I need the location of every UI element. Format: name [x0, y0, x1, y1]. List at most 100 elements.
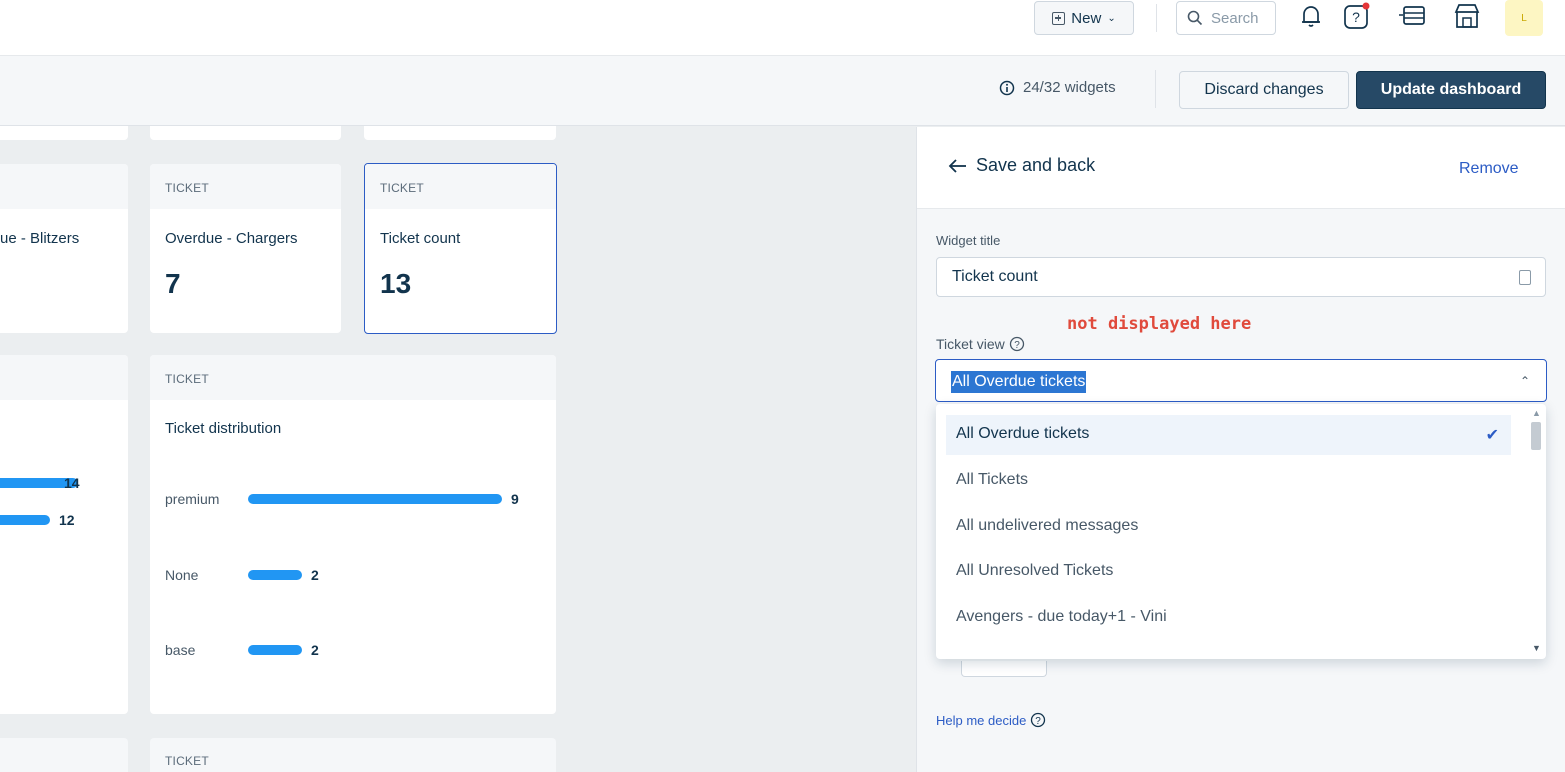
- apps-icon[interactable]: [1398, 0, 1428, 32]
- widget-count: 24/32 widgets: [999, 79, 1116, 96]
- distribution-value: 2: [311, 642, 319, 658]
- widget-card-blitzers[interactable]: ue - Blitzers: [0, 164, 128, 333]
- dropdown-option[interactable]: All Tickets: [946, 461, 1511, 501]
- widget-title-label: Widget title: [936, 233, 1001, 248]
- svg-text:?: ?: [1352, 9, 1360, 25]
- header-divider: [1156, 4, 1157, 32]
- distribution-row: 14: [0, 475, 80, 491]
- distribution-bar: [248, 494, 502, 504]
- widget-card-chargers[interactable]: TICKET Overdue - Chargers 7: [150, 164, 341, 333]
- distribution-value: 12: [59, 512, 75, 528]
- check-icon: ✔: [1485, 427, 1499, 444]
- arrow-left-icon: [948, 158, 966, 173]
- distribution-row: 12: [0, 512, 75, 528]
- dropdown-option[interactable]: All Overdue tickets ✔: [946, 415, 1511, 455]
- help-me-decide-label: Help me decide: [936, 712, 1027, 728]
- dropdown-option[interactable]: All undelivered messages: [946, 507, 1511, 547]
- distribution-bar: [248, 645, 302, 655]
- dashboard-edit-bar: 24/32 widgets Discard changes Update das…: [0, 56, 1565, 126]
- search-placeholder: Search: [1211, 9, 1259, 27]
- top-header: New ⌄ Search ? L: [0, 0, 1565, 56]
- card-value: 13: [380, 268, 412, 299]
- distribution-label: premium: [165, 491, 220, 507]
- help-circle-icon[interactable]: ?: [1009, 336, 1025, 352]
- svg-text:?: ?: [1014, 340, 1020, 351]
- dropdown-option[interactable]: Avengers - due today+1 - Vini: [946, 598, 1511, 638]
- card-header: [0, 738, 128, 772]
- card-title: Ticket count: [380, 230, 461, 247]
- scroll-thumb[interactable]: [1531, 422, 1541, 450]
- search-input[interactable]: Search: [1176, 1, 1276, 35]
- avatar-initial: L: [1521, 12, 1527, 24]
- search-icon: [1187, 10, 1203, 26]
- discard-changes-button[interactable]: Discard changes: [1179, 71, 1349, 109]
- ticket-view-label: Ticket view ?: [936, 336, 1025, 352]
- widget-title-value: Ticket count: [952, 268, 1038, 285]
- info-icon: [999, 80, 1015, 95]
- distribution-row: premium 9: [165, 491, 519, 507]
- dropdown-option[interactable]: All Unresolved Tickets: [946, 552, 1511, 592]
- widget-card-ticket-count[interactable]: TICKET Ticket count 13: [364, 163, 557, 334]
- distribution-value: 2: [311, 567, 319, 583]
- bell-icon[interactable]: [1296, 0, 1326, 32]
- widget-card[interactable]: TICKET: [150, 738, 556, 772]
- option-label: All undelivered messages: [956, 517, 1139, 534]
- widget-card[interactable]: [0, 738, 128, 772]
- widget-card[interactable]: [364, 126, 556, 140]
- help-circle-icon: ?: [1031, 712, 1046, 728]
- card-header: [0, 355, 128, 400]
- option-label: All Tickets: [956, 471, 1029, 488]
- ticket-view-dropdown: All Overdue tickets ✔ All Tickets All un…: [936, 404, 1546, 659]
- field-options-icon: [1519, 270, 1531, 285]
- subheader-divider: [1155, 70, 1156, 108]
- dropdown-scrollbar[interactable]: ▲ ▼: [1529, 408, 1543, 653]
- ticket-view-label-text: Ticket view: [936, 336, 1005, 352]
- widget-title-field[interactable]: Ticket count: [936, 257, 1546, 297]
- widget-card[interactable]: [0, 126, 128, 140]
- ticket-view-selected: All Overdue tickets: [951, 371, 1087, 393]
- widget-card-ticket-distribution[interactable]: TICKET Ticket distribution premium 9 Non…: [150, 355, 556, 714]
- scroll-down-icon[interactable]: ▼: [1532, 643, 1541, 653]
- save-and-back-button[interactable]: Save and back: [948, 155, 1095, 176]
- remove-link[interactable]: Remove: [1459, 160, 1519, 178]
- help-me-decide-link[interactable]: Help me decide ?: [936, 712, 1046, 728]
- help-icon[interactable]: ?: [1342, 0, 1372, 32]
- option-label: Avengers - due today+1 - Vini: [956, 608, 1167, 625]
- save-and-back-label: Save and back: [976, 155, 1096, 175]
- option-label: All Unresolved Tickets: [956, 562, 1114, 579]
- widget-card[interactable]: [150, 126, 341, 140]
- card-type-label: TICKET: [150, 164, 341, 209]
- distribution-bar: [248, 570, 302, 580]
- new-button-label: New: [1071, 9, 1102, 27]
- widget-card-left-distribution[interactable]: 14 12: [0, 355, 128, 714]
- card-title: Ticket distribution: [165, 420, 282, 437]
- svg-text:?: ?: [1036, 716, 1042, 727]
- update-dashboard-button[interactable]: Update dashboard: [1356, 71, 1546, 109]
- distribution-label: base: [165, 642, 196, 658]
- distribution-value: 14: [64, 475, 80, 491]
- card-type-label: TICKET: [150, 738, 556, 772]
- distribution-bar: [0, 515, 50, 525]
- panel-form: Widget title Ticket count not displayed …: [917, 209, 1565, 772]
- new-button[interactable]: New ⌄: [1034, 1, 1134, 35]
- card-value: 7: [165, 268, 181, 299]
- scroll-up-icon[interactable]: ▲: [1532, 408, 1541, 418]
- chevron-up-icon: ⌃: [1519, 374, 1530, 388]
- card-title: ue - Blitzers: [0, 230, 80, 247]
- option-label: All Overdue tickets: [956, 425, 1090, 442]
- hidden-control[interactable]: [961, 661, 1047, 677]
- chevron-down-icon: ⌄: [1107, 12, 1116, 24]
- distribution-row: base 2: [165, 642, 319, 658]
- plus-square-icon: [1052, 11, 1066, 25]
- ticket-view-select[interactable]: All Overdue tickets ⌃: [935, 359, 1547, 402]
- card-header: [0, 164, 128, 209]
- annotation-text: not displayed here: [1067, 314, 1252, 334]
- distribution-value: 9: [511, 491, 519, 507]
- card-title: Overdue - Chargers: [165, 230, 298, 247]
- panel-header: Save and back Remove: [917, 127, 1565, 209]
- avatar[interactable]: L: [1505, 0, 1543, 36]
- widget-settings-panel: Save and back Remove Widget title Ticket…: [916, 127, 1565, 772]
- card-type-label: TICKET: [365, 164, 556, 209]
- distribution-label: None: [165, 567, 199, 583]
- store-icon[interactable]: [1452, 0, 1482, 32]
